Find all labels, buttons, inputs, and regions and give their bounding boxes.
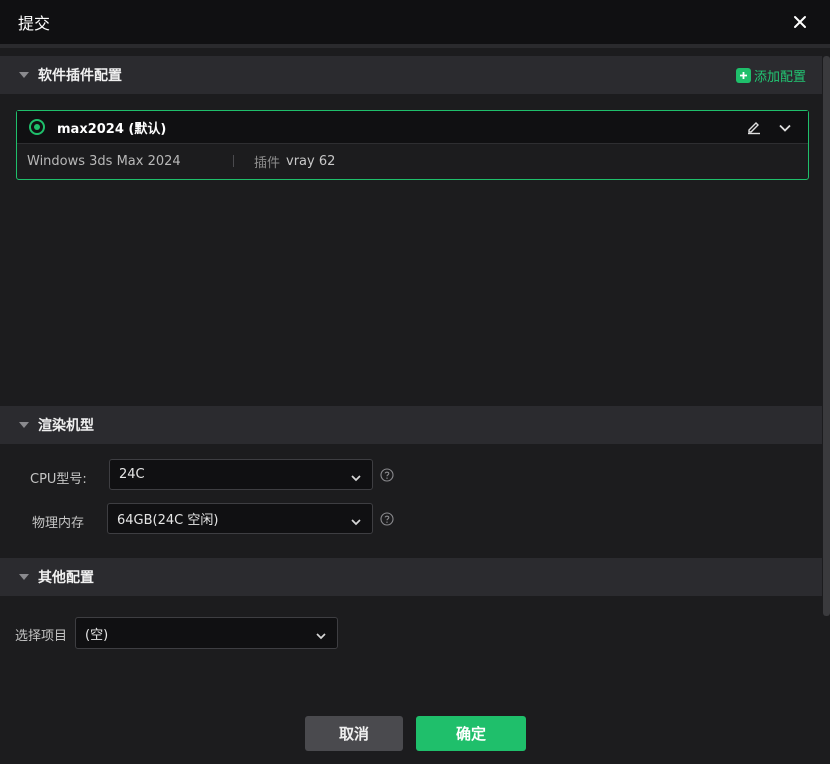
add-config-label: 添加配置 [753, 69, 806, 85]
project-select[interactable]: (空) [75, 617, 338, 649]
collapse-caret-icon[interactable] [18, 69, 30, 81]
plugin-config-card[interactable]: max2024 (默认) Windows 3ds Max 2024 插件 vra… [16, 110, 809, 180]
dialog-titlebar: 提交 [0, 0, 830, 44]
project-select-value: (空) [85, 627, 109, 643]
scrollbar[interactable] [823, 56, 830, 616]
cpu-label: CPU型号: [30, 472, 87, 487]
edit-icon[interactable] [746, 119, 762, 139]
memory-select[interactable]: 64GB(24C 空闲) [107, 503, 373, 534]
plugin-value: vray 62 [286, 153, 336, 169]
cancel-button[interactable]: 取消 [305, 716, 403, 751]
chevron-down-icon [350, 513, 362, 532]
confirm-button[interactable]: 确定 [416, 716, 526, 751]
dialog-title: 提交 [18, 14, 51, 33]
section-title-render: 渲染机型 [38, 418, 94, 434]
title-divider [0, 44, 830, 48]
section-header-render[interactable]: 渲染机型 [0, 406, 822, 444]
collapse-caret-icon[interactable] [18, 571, 30, 583]
help-icon[interactable] [380, 512, 394, 526]
default-radio[interactable] [29, 119, 45, 135]
section-title-other: 其他配置 [38, 570, 94, 586]
project-label: 选择项目 [15, 629, 68, 644]
memory-label: 物理内存 [32, 516, 85, 531]
add-config-button[interactable]: 添加配置 [735, 56, 806, 94]
software-name: Windows 3ds Max 2024 [27, 153, 181, 169]
section-header-other[interactable]: 其他配置 [0, 558, 822, 596]
divider [233, 155, 234, 167]
plugin-config-details: Windows 3ds Max 2024 插件 vray 62 [17, 144, 808, 178]
help-icon[interactable] [380, 468, 394, 482]
section-header-software[interactable]: 软件插件配置 添加配置 [0, 56, 822, 94]
section-title-software: 软件插件配置 [38, 68, 122, 84]
plugin-config-header: max2024 (默认) [17, 111, 808, 144]
plus-icon [735, 67, 751, 83]
chevron-down-icon [315, 627, 327, 646]
cpu-select-value: 24C [119, 467, 145, 482]
plugin-config-name: max2024 (默认) [57, 121, 167, 137]
plugin-label: 插件 [254, 155, 281, 171]
memory-select-value: 64GB(24C 空闲) [117, 513, 219, 528]
chevron-down-icon [350, 469, 362, 488]
cpu-select[interactable]: 24C [109, 459, 373, 490]
chevron-down-icon[interactable] [778, 120, 792, 139]
close-icon[interactable] [788, 10, 812, 34]
collapse-caret-icon[interactable] [18, 419, 30, 431]
